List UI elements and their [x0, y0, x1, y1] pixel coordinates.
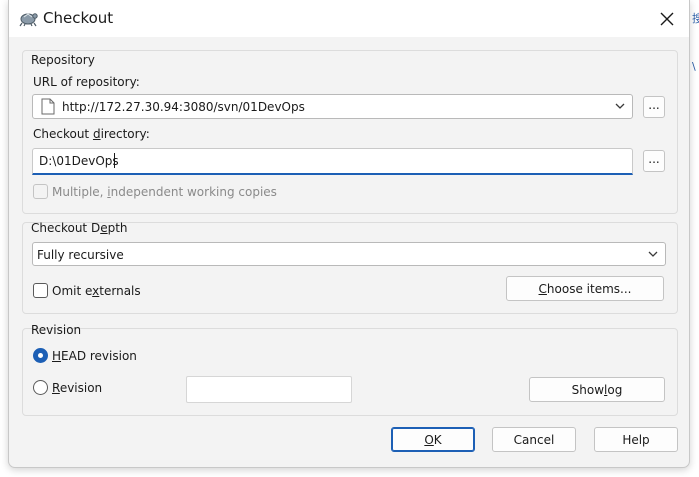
- multiple-working-copies-label: Multiple, independent working copies: [52, 185, 277, 199]
- choose-items-button[interactable]: Choose items...: [506, 276, 664, 301]
- dialog-title: Checkout: [43, 9, 114, 27]
- checkout-depth-group-label: Checkout Depth: [31, 221, 128, 235]
- url-label: URL of repository:: [33, 75, 140, 89]
- chevron-down-icon: [615, 103, 625, 109]
- revision-number-input[interactable]: [186, 376, 352, 403]
- background-text: \: [692, 60, 696, 73]
- checkout-directory-value: D:\01DevOps: [39, 154, 119, 168]
- revision-group-label: Revision: [31, 323, 82, 337]
- ok-button[interactable]: OK: [391, 427, 475, 452]
- show-log-button[interactable]: Show l og: [529, 377, 665, 402]
- directory-browse-button[interactable]: ...: [643, 150, 665, 172]
- chevron-down-icon: [648, 251, 658, 257]
- document-icon: [41, 98, 55, 115]
- depth-selected-value: Fully recursive: [37, 248, 124, 262]
- url-browse-button[interactable]: ...: [643, 96, 665, 118]
- close-button[interactable]: [653, 6, 681, 32]
- cancel-button[interactable]: Cancel: [492, 427, 576, 452]
- repository-group-label: Repository: [31, 53, 95, 67]
- tortoise-icon: [19, 13, 38, 27]
- help-button[interactable]: Help: [594, 427, 678, 452]
- checkout-directory-input[interactable]: D:\01DevOps: [32, 148, 633, 175]
- omit-externals-checkbox[interactable]: [33, 283, 48, 298]
- text-caret: [114, 153, 115, 168]
- title-bar: Checkout: [9, 0, 689, 37]
- multiple-working-copies-checkbox[interactable]: [33, 184, 48, 199]
- head-revision-radio[interactable]: [33, 348, 48, 363]
- checkout-directory-label: Checkout directory:: [33, 127, 150, 141]
- url-value: http://172.27.30.94:3080/svn/01DevOps: [62, 100, 305, 114]
- revision-radio[interactable]: [33, 380, 48, 395]
- close-icon: [660, 12, 674, 26]
- head-revision-label: HEAD revision: [52, 349, 137, 363]
- revision-label: Revision: [52, 381, 103, 395]
- depth-combobox[interactable]: Fully recursive: [32, 242, 666, 266]
- checkout-dialog: Checkout Repository URL of repository: h…: [8, 0, 690, 468]
- omit-externals-label: Omit externals: [52, 284, 141, 298]
- url-combobox[interactable]: http://172.27.30.94:3080/svn/01DevOps: [32, 94, 633, 119]
- background-text: 搜: [692, 12, 699, 25]
